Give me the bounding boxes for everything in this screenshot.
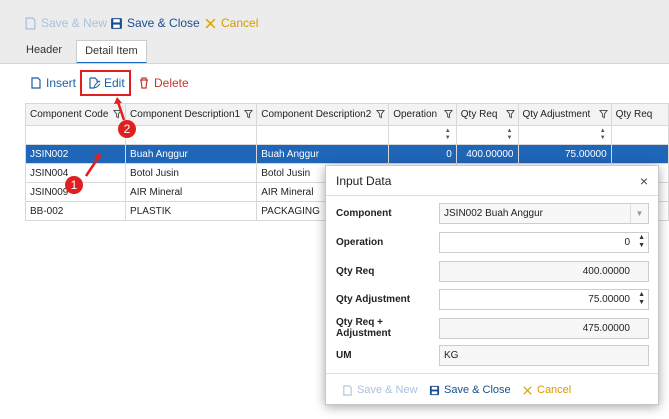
- dialog-save-new-button[interactable]: Save & New: [342, 384, 418, 396]
- qty-adjustment-field[interactable]: 75.00000 ▲ ▼: [439, 289, 649, 310]
- main-toolbar: Save & New Save & Close Cancel: [0, 0, 669, 40]
- save-close-label: Save & Close: [127, 16, 200, 30]
- dialog-title: Input Data: [336, 173, 392, 188]
- filter-icon[interactable]: [443, 109, 453, 119]
- input-data-dialog: Input Data × Component JSIN002 Buah Angg…: [325, 165, 659, 405]
- operation-row: Operation 0 ▲ ▼: [336, 232, 649, 253]
- qty-adjustment-label: Qty Adjustment: [336, 294, 411, 305]
- close-icon[interactable]: ×: [640, 173, 648, 189]
- dialog-save-close-button[interactable]: Save & Close: [429, 384, 511, 396]
- cell-desc1: Buah Anggur: [125, 144, 258, 164]
- um-row: UM KG: [336, 345, 649, 366]
- step-marker-1: 1: [65, 176, 83, 194]
- qty-req-value: 400.00000: [582, 266, 630, 277]
- dialog-footer: Save & New Save & Close Cancel: [326, 373, 658, 405]
- filter-icon[interactable]: [244, 109, 254, 119]
- filter-icon[interactable]: [376, 109, 386, 119]
- filter-cell[interactable]: ▲ ▼: [455, 125, 519, 145]
- tab-header[interactable]: Header: [18, 40, 70, 64]
- col-qty-req-2[interactable]: Qty Req: [610, 103, 669, 126]
- delete-button[interactable]: Delete: [138, 76, 189, 90]
- table-row[interactable]: JSIN002 Buah Anggur Buah Anggur 0 400.00…: [24, 144, 669, 164]
- filter-icon[interactable]: [598, 109, 608, 119]
- filter-icon[interactable]: [505, 109, 515, 119]
- um-label: UM: [336, 350, 352, 361]
- component-select[interactable]: JSIN002 Buah Anggur ▼: [439, 203, 649, 224]
- cell-desc1: PLASTIK: [125, 201, 258, 221]
- cell-desc1: AIR Mineral: [125, 182, 258, 202]
- cell-qty-adj: 75.00000: [517, 144, 612, 164]
- cell-desc2: Buah Anggur: [256, 144, 390, 164]
- save-icon: [429, 385, 440, 395]
- dialog-save-close-label: Save & Close: [444, 384, 511, 396]
- operation-value: 0: [624, 237, 630, 248]
- insert-icon: [31, 77, 41, 89]
- filter-cell[interactable]: ▲ ▼: [388, 125, 457, 145]
- spinner-icon[interactable]: ▲ ▼: [638, 234, 645, 250]
- col-qty-adjustment[interactable]: Qty Adjustment: [517, 103, 612, 126]
- col-qty-req[interactable]: Qty Req: [455, 103, 519, 126]
- dialog-header: Input Data ×: [326, 166, 658, 196]
- operation-field[interactable]: 0 ▲ ▼: [439, 232, 649, 253]
- delete-icon: [140, 77, 148, 89]
- save-new-icon: [25, 16, 36, 30]
- qty-total-field: 475.00000: [439, 317, 649, 339]
- qty-adjustment-row: Qty Adjustment 75.00000 ▲ ▼: [336, 289, 649, 310]
- step-marker-2: 2: [118, 120, 136, 138]
- save-new-label: Save & New: [41, 16, 108, 30]
- filter-cell[interactable]: [256, 125, 390, 145]
- component-label: Component: [336, 208, 392, 219]
- col-component-description1[interactable]: Component Description1: [125, 103, 258, 126]
- spinner-icon[interactable]: ▲ ▼: [638, 291, 645, 307]
- tab-bar: Header Detail Item: [18, 40, 147, 64]
- save-new-button[interactable]: Save & New: [24, 16, 107, 30]
- insert-label: Insert: [46, 76, 77, 90]
- cell-operation: 0: [388, 144, 457, 164]
- spinner-icon[interactable]: ▲ ▼: [599, 128, 607, 142]
- save-close-button[interactable]: Save & Close: [110, 16, 200, 30]
- col-operation[interactable]: Operation: [388, 103, 457, 126]
- edit-highlight-box: [80, 70, 131, 96]
- component-value: JSIN002 Buah Anggur: [444, 208, 543, 219]
- qty-req-row: Qty Req 400.00000: [336, 261, 649, 282]
- operation-label: Operation: [336, 237, 384, 248]
- cell-code: BB-002: [24, 201, 127, 221]
- cancel-button[interactable]: Cancel: [204, 16, 258, 30]
- cancel-label: Cancel: [221, 16, 259, 30]
- component-row: Component JSIN002 Buah Anggur ▼: [336, 203, 649, 224]
- col-component-code[interactable]: Component Code: [24, 103, 127, 126]
- save-new-icon: [343, 384, 352, 396]
- spinner-icon[interactable]: ▲ ▼: [444, 128, 452, 142]
- dialog-save-new-label: Save & New: [357, 384, 418, 396]
- filter-cell[interactable]: [125, 125, 258, 145]
- filter-cell[interactable]: [24, 125, 127, 145]
- um-value: KG: [444, 350, 459, 361]
- cancel-icon: [523, 385, 532, 395]
- chevron-down-icon[interactable]: ▼: [630, 204, 648, 223]
- qty-total-row: Qty Req + Adjustment 475.00000: [336, 317, 649, 339]
- qty-total-value: 475.00000: [582, 322, 630, 334]
- cell-qty-req: 400.00000: [455, 144, 519, 164]
- dialog-cancel-button[interactable]: Cancel: [522, 384, 571, 396]
- qty-adjustment-value: 75.00000: [588, 294, 630, 305]
- col-component-description2[interactable]: Component Description2: [256, 103, 390, 126]
- filter-cell[interactable]: [610, 125, 669, 145]
- filter-cell[interactable]: ▲ ▼: [517, 125, 612, 145]
- cell-code: JSIN002: [24, 144, 127, 164]
- filter-icon[interactable]: [113, 109, 123, 119]
- qty-req-label: Qty Req: [336, 266, 375, 277]
- um-field: KG: [439, 345, 649, 366]
- qty-req-field: 400.00000: [439, 261, 649, 282]
- cancel-icon: [205, 18, 216, 28]
- spinner-icon[interactable]: ▲ ▼: [506, 128, 514, 142]
- save-icon: [111, 17, 122, 29]
- delete-label: Delete: [154, 76, 189, 90]
- tab-detail-item[interactable]: Detail Item: [76, 40, 147, 64]
- dialog-cancel-label: Cancel: [537, 384, 572, 396]
- cell-desc1: Botol Jusin: [125, 163, 258, 183]
- insert-button[interactable]: Insert: [30, 76, 76, 90]
- qty-total-label: Qty Req + Adjustment: [336, 317, 391, 339]
- cell-qty-req-2: [610, 144, 669, 164]
